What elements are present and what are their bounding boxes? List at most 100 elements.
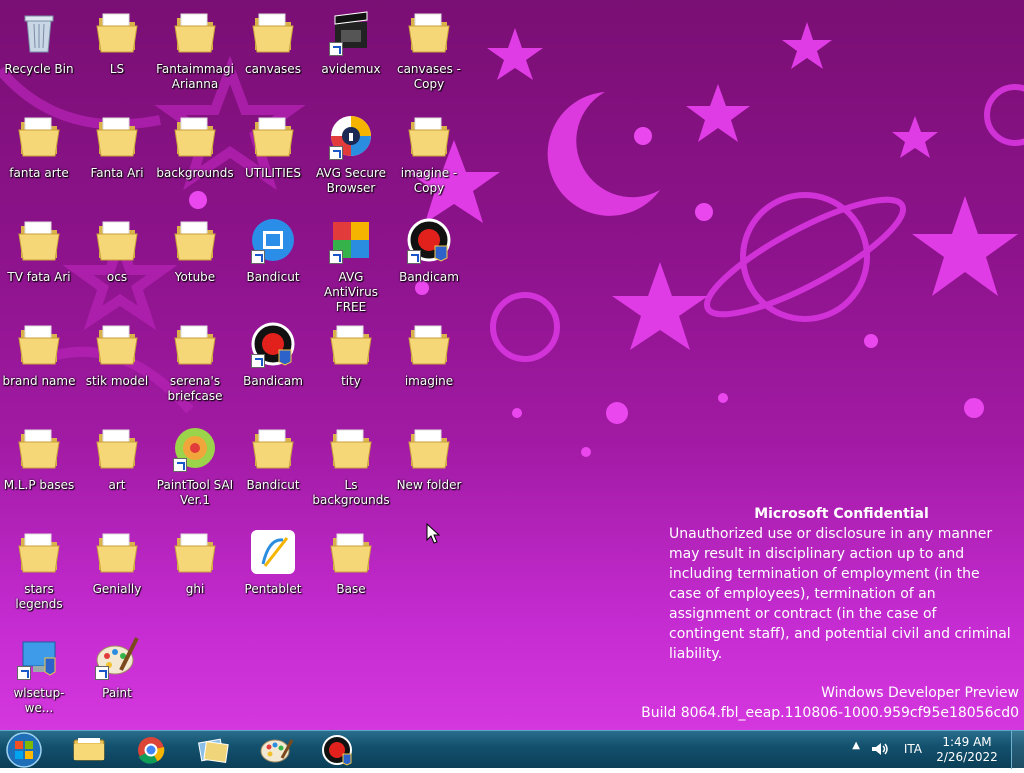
folder-icon [15,320,63,368]
folder-icon [171,8,219,56]
desktop-icon[interactable]: Bandicam [234,314,312,410]
desktop-icon[interactable]: art [78,418,156,514]
desktop-icon[interactable]: imagine [390,314,468,410]
folder-icon [327,528,375,576]
desktop-icon[interactable]: Yotube [156,210,234,306]
desktop-icon[interactable]: M.L.P bases [0,418,78,514]
desktop-icon[interactable]: Paint [78,626,156,722]
desktop-icon[interactable]: tity [312,314,390,410]
desktop-icon[interactable]: Base [312,522,390,618]
folder-icon [93,8,141,56]
folder-icon [15,528,63,576]
shortcut-arrow-icon [329,42,343,56]
desktop-icon[interactable]: Recycle Bin [0,2,78,98]
bandicam-icon [249,320,297,368]
folder-icon [405,112,453,160]
start-button[interactable] [4,731,44,769]
desktop-icon-label: New folder [396,478,462,492]
folder-icon [15,112,63,160]
desktop-icon-label: Ls backgrounds [312,478,390,507]
desktop-icon-label: ocs [106,270,128,284]
avg-secure-browser-icon [327,112,375,160]
watermark-build: Build 8064.fbl_eeap.110806-1000.959cf95e… [641,705,1019,721]
desktop-icon-label: canvases [245,62,301,76]
file-explorer-icon [73,738,105,761]
taskbar-paint-button[interactable] [248,734,302,766]
folder-icon [171,112,219,160]
folder-icon [249,112,297,160]
avg-antivirus-icon [327,216,375,264]
desktop-icon[interactable]: Fanta Ari [78,106,156,202]
folder-icon [93,216,141,264]
folder-icon [93,112,141,160]
desktop-icon[interactable]: stars legends [0,522,78,618]
desktop-icon[interactable]: LS [78,2,156,98]
volume-icon[interactable] [870,740,890,758]
desktop-icon-label: Recycle Bin [4,62,74,76]
desktop-icon[interactable]: serena's briefcase [156,314,234,410]
desktop-icon-label: backgrounds [156,166,234,180]
folder-icon [327,320,375,368]
painttool-sai-icon [171,424,219,472]
desktop-icon[interactable]: Bandicut [234,418,312,514]
notice-title: Microsoft Confidential [754,506,929,522]
desktop-icon[interactable]: New folder [390,418,468,514]
desktop-icon[interactable]: avidemux [312,2,390,98]
folder-icon [171,216,219,264]
paint-icon [260,739,294,763]
windows-logo-icon [6,732,42,768]
desktop-icon[interactable]: fanta arte [0,106,78,202]
folder-icon [249,424,297,472]
desktop-icon[interactable]: TV fata Ari [0,210,78,306]
desktop-icon-label: AVG AntiVirus FREE [324,270,378,314]
desktop-icon[interactable]: Bandicam [390,210,468,306]
shortcut-arrow-icon [407,250,421,264]
desktop-icon[interactable]: Bandicut [234,210,312,306]
desktop-icon-label: Bandicam [399,270,459,284]
folder-icon [249,8,297,56]
input-language-indicator[interactable]: ITA [904,742,922,756]
desktop-icon[interactable]: Pentablet [234,522,312,618]
desktop-icon-label: M.L.P bases [3,478,75,492]
confidential-notice: Microsoft Confidential Unauthorized use … [669,504,1014,664]
taskbar-file-explorer-button[interactable] [62,734,116,766]
desktop-icon[interactable]: Ls backgrounds [312,418,390,514]
taskbar-photos-button[interactable] [186,734,240,766]
desktop-icon-label: imagine - Copy [400,166,458,195]
folder-icon [405,424,453,472]
taskbar: ▲ ITA 1:49 AM 2/26/2022 [0,730,1024,769]
desktop-icon[interactable]: wlsetup-we... [0,626,78,722]
desktop-icon-label: avidemux [321,62,381,76]
shortcut-arrow-icon [329,146,343,160]
desktop-icon[interactable]: Fantaimmagi Arianna [156,2,234,98]
folder-icon [171,320,219,368]
desktop-icon[interactable]: stik model [78,314,156,410]
desktop-icon[interactable]: backgrounds [156,106,234,202]
desktop-icon[interactable]: PaintTool SAI Ver.1 [156,418,234,514]
taskbar-bandicam-button[interactable] [310,734,364,766]
avidemux-icon [327,8,375,56]
desktop-icon[interactable]: canvases - Copy [390,2,468,98]
show-desktop-button[interactable] [1011,731,1024,769]
taskbar-chrome-button[interactable] [124,734,178,766]
desktop-icon-label: TV fata Ari [7,270,71,284]
watermark-edition: Windows Developer Preview [821,685,1019,701]
folder-icon [93,528,141,576]
show-hidden-icons-button[interactable]: ▲ [852,740,860,751]
taskbar-clock[interactable]: 1:49 AM 2/26/2022 [932,735,1002,765]
desktop-icon[interactable]: AVG Secure Browser [312,106,390,202]
desktop-icon[interactable]: brand name [0,314,78,410]
desktop-icon-label: Bandicam [243,374,303,388]
desktop-icon-label: brand name [2,374,76,388]
desktop-icon-label: canvases - Copy [396,62,462,91]
desktop-icon[interactable]: ghi [156,522,234,618]
desktop-icon[interactable]: ocs [78,210,156,306]
desktop-icon[interactable]: UTILITIES [234,106,312,202]
desktop-icon[interactable]: imagine - Copy [390,106,468,202]
desktop-icon[interactable]: Genially [78,522,156,618]
bandicut-icon [249,216,297,264]
desktop-icon[interactable]: canvases [234,2,312,98]
desktop-icon[interactable]: AVG AntiVirus FREE [312,210,390,314]
folder-icon [93,424,141,472]
desktop-icon-label: Bandicut [246,478,300,492]
